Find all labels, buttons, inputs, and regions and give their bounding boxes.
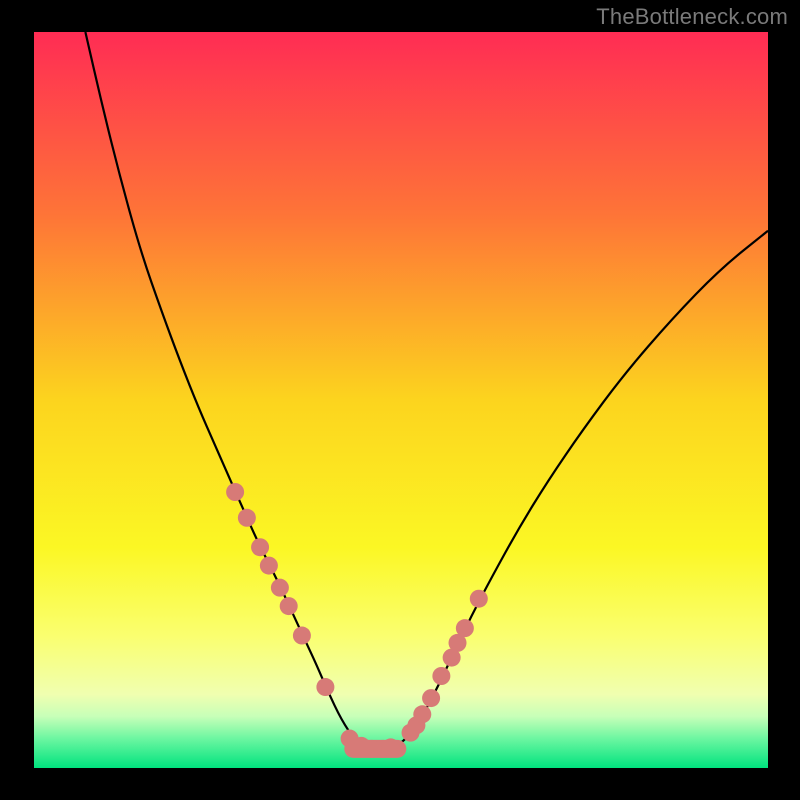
highlight-point xyxy=(280,597,298,615)
highlight-point xyxy=(226,483,244,501)
highlight-point xyxy=(456,619,474,637)
highlight-point xyxy=(432,667,450,685)
highlight-point xyxy=(238,509,256,527)
highlight-point xyxy=(422,689,440,707)
highlight-point xyxy=(382,738,400,756)
highlight-point xyxy=(316,678,334,696)
highlight-point xyxy=(470,590,488,608)
highlight-point xyxy=(413,705,431,723)
bottleneck-chart xyxy=(0,0,800,800)
highlight-point xyxy=(271,579,289,597)
highlight-point xyxy=(293,627,311,645)
highlight-point xyxy=(260,557,278,575)
watermark-text: TheBottleneck.com xyxy=(596,4,788,30)
highlight-point xyxy=(251,538,269,556)
plot-background xyxy=(34,32,768,768)
